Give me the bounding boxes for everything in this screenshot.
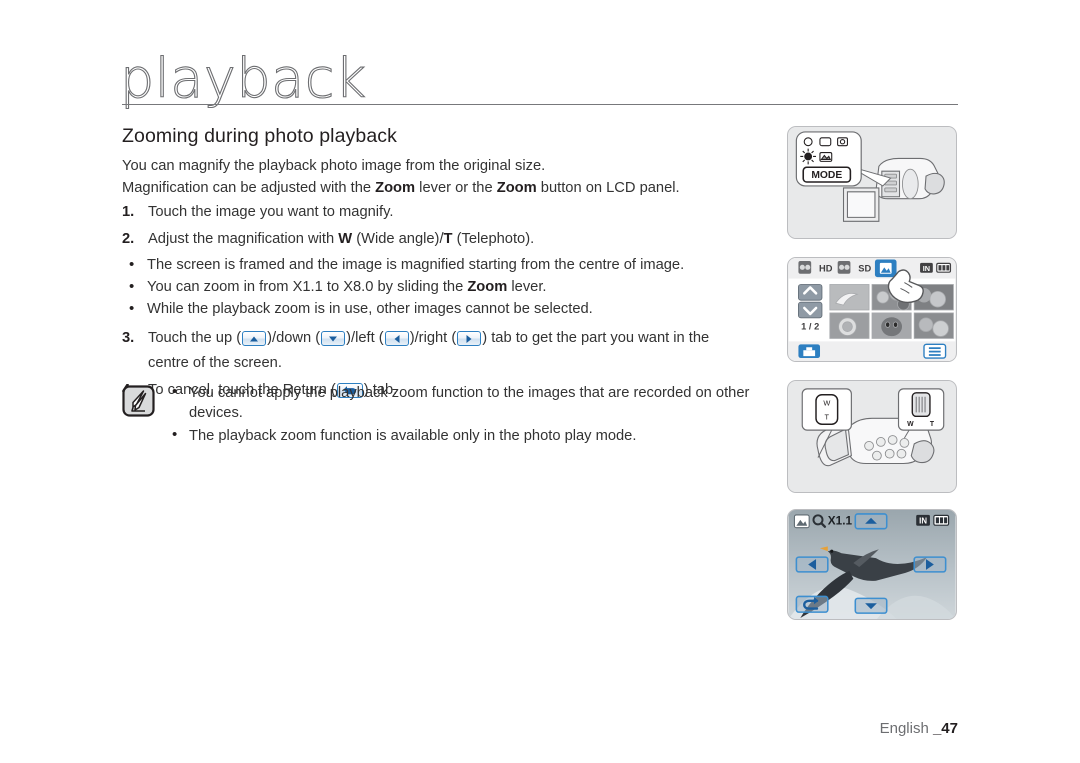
step-2-number: 2. xyxy=(122,231,135,247)
intro-zoom-keyword-1: Zoom xyxy=(375,179,416,196)
chapter-title-text: playback xyxy=(119,47,367,110)
intro-zoom-keyword-2: Zoom xyxy=(496,179,537,196)
step-list: 1. Touch the image you want to magnify. … xyxy=(122,202,794,407)
down-arrow-button xyxy=(854,597,888,614)
step-3-text-5: ) tab to get the part you want in the xyxy=(482,330,710,346)
tab-sd-label: SD xyxy=(858,264,871,274)
camcorder-mode-button-illustration: MODE xyxy=(787,126,957,239)
tab-hd-label: HD xyxy=(819,264,833,274)
return-button xyxy=(795,595,829,613)
step-2-text-c: (Telephoto). xyxy=(452,231,535,247)
photo-playback-zoom-lcd-illustration: X1.1 IN xyxy=(787,509,957,620)
step-3-text-2: )/down ( xyxy=(267,330,321,346)
intro-line-2a: Magnification can be adjusted with the xyxy=(122,179,376,196)
list-item: You cannot apply the playback zoom funct… xyxy=(168,382,794,423)
status-in-label: IN xyxy=(923,264,930,273)
callout-right-w: W xyxy=(907,421,914,428)
bullet-2-text-b: lever. xyxy=(507,279,547,295)
fig2-graphic: HD SD IN 1 / 2 xyxy=(788,258,956,361)
up-arrow-button xyxy=(854,513,888,530)
step-3-text-6: centre of the screen. xyxy=(148,355,282,371)
fig3-graphic: W T W T xyxy=(788,381,956,492)
header-divider xyxy=(122,104,958,105)
left-arrow-icon xyxy=(384,331,409,346)
zoom-value-label: X1.1 xyxy=(828,515,853,528)
chapter-title: playback xyxy=(119,47,367,110)
page-footer: English _47 xyxy=(880,720,958,737)
chevron-down-icon xyxy=(798,301,823,319)
page-title: Zooming during photo playback xyxy=(122,125,397,147)
step-2-text-a: Adjust the magnification with xyxy=(148,231,339,247)
page-indicator: 1 / 2 xyxy=(801,322,819,332)
step-1: 1. Touch the image you want to magnify. xyxy=(122,202,794,223)
list-item: The screen is framed and the image is ma… xyxy=(122,254,794,276)
list-item: You can zoom in from X1.1 to X8.0 by sli… xyxy=(122,276,794,298)
step-2-text: Adjust the magnification with W (Wide an… xyxy=(148,229,794,250)
note-text: You cannot apply the playback zoom funct… xyxy=(156,382,794,449)
callout-left-w: W xyxy=(823,399,830,408)
intro-paragraph: You can magnify the playback photo image… xyxy=(122,156,782,199)
step-3-text-3: )/left ( xyxy=(346,330,384,346)
intro-line-2b: lever or the xyxy=(415,179,497,196)
right-arrow-icon xyxy=(457,331,482,346)
manual-page: playback Zooming during photo playback Y… xyxy=(0,0,1080,763)
tab-photo-selected xyxy=(874,259,897,278)
camcorder-zoom-lever-illustration: W T W T xyxy=(787,380,957,493)
up-arrow-icon xyxy=(242,331,267,346)
step-3-text: Touch the up ( )/down ( )/left ( )/right ()… xyxy=(148,328,794,374)
fig4-graphic: X1.1 IN xyxy=(788,510,956,619)
step-1-number: 1. xyxy=(122,204,135,220)
bullet-2-zoom-keyword: Zoom xyxy=(467,279,508,295)
footer-page-number: _47 xyxy=(932,720,958,737)
callout-left-t: T xyxy=(825,412,830,421)
status-in-label-2: IN xyxy=(919,517,927,526)
photo-mode-icon xyxy=(793,514,810,529)
thumbnail-index-lcd-illustration: HD SD IN 1 / 2 xyxy=(787,257,957,362)
right-arrow-button xyxy=(913,556,947,573)
folder-bag-icon xyxy=(798,344,821,359)
bullet-2-text-a: You can zoom in from X1.1 to X8.0 by sli… xyxy=(147,279,468,295)
list-item: While the playback zoom is in use, other… xyxy=(122,298,794,320)
note-pen-icon xyxy=(122,385,156,417)
list-item: The playback zoom function is available … xyxy=(168,425,794,446)
step-3-number: 3. xyxy=(122,330,135,346)
step-2: 2. Adjust the magnification with W (Wide… xyxy=(122,229,794,320)
step-3: 3. Touch the up ( )/down ( )/left ( )/right… xyxy=(122,328,794,374)
footer-language: English xyxy=(879,720,933,737)
intro-line-2c: button on LCD panel. xyxy=(536,179,680,196)
wide-angle-key: W xyxy=(338,231,353,247)
telephoto-key: T xyxy=(443,231,453,247)
left-arrow-button xyxy=(795,556,829,573)
step-1-text: Touch the image you want to magnify. xyxy=(148,204,394,220)
step-2-text-b: (Wide angle)/ xyxy=(352,231,444,247)
step-3-text-1: Touch the up ( xyxy=(148,330,242,346)
note-block: You cannot apply the playback zoom funct… xyxy=(122,382,794,449)
menu-list-icon xyxy=(923,343,947,359)
fig1-graphic: MODE xyxy=(788,127,956,238)
intro-line-1: You can magnify the playback photo image… xyxy=(122,158,546,174)
step-3-text-4: )/right ( xyxy=(409,330,457,346)
step-2-bullets: The screen is framed and the image is ma… xyxy=(122,254,794,320)
chevron-up-icon xyxy=(798,284,823,301)
mode-button-label: MODE xyxy=(811,170,842,181)
down-arrow-icon xyxy=(321,331,346,346)
